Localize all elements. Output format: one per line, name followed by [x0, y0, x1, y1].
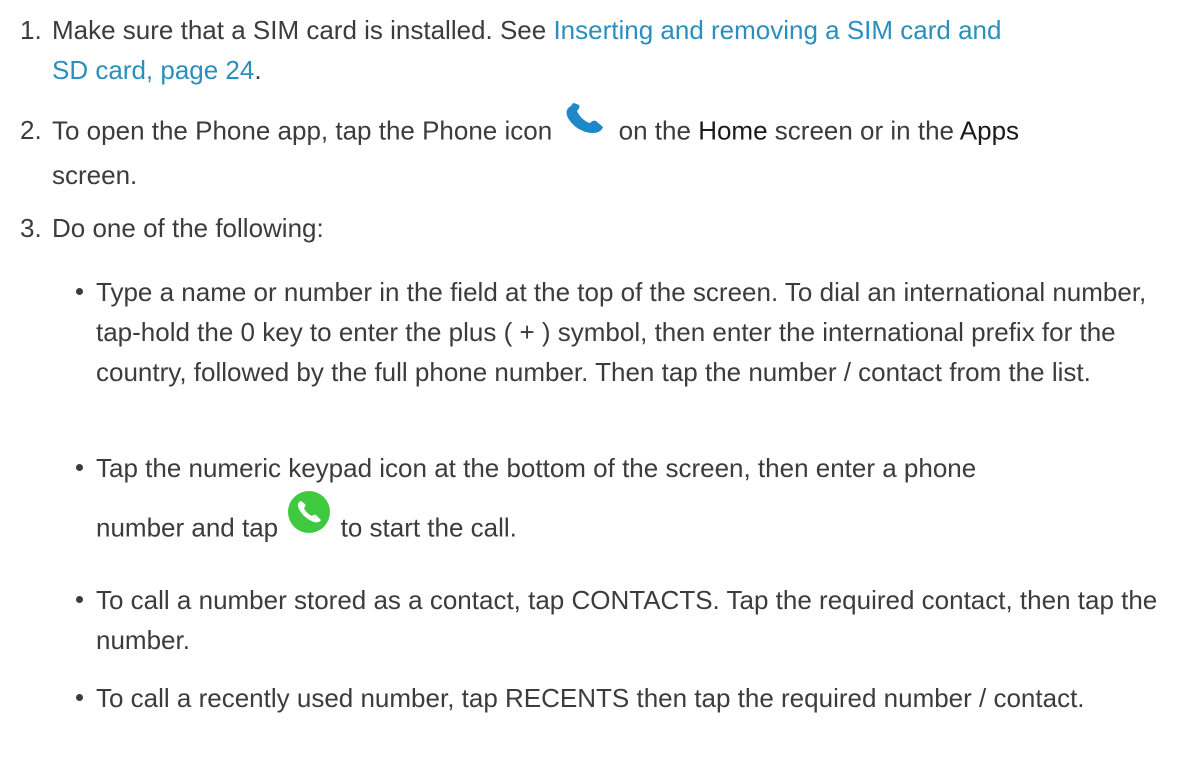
step-text: Make sure that a SIM card is installed. …	[52, 15, 554, 45]
document-page: 1. Make sure that a SIM card is installe…	[0, 0, 1200, 762]
bullet-text: Tap the numeric keypad icon at the botto…	[96, 453, 977, 483]
step-number: 1.	[20, 15, 42, 45]
home-screen-label: Home	[698, 115, 768, 146]
bullet-item: To call a number stored as a contact, ta…	[76, 580, 1186, 660]
bullet-dot	[76, 464, 83, 471]
step-text-end: screen.	[52, 160, 138, 190]
bullet-item: Tap the numeric keypad icon at the botto…	[76, 448, 1186, 542]
step-text: To open the Phone app, tap the Phone ico…	[52, 115, 553, 146]
link-text-line2[interactable]: SD card, page 24	[52, 55, 254, 85]
step-2: 2. To open the Phone app, tap the Phone …	[20, 103, 1180, 195]
bullet-text: To call a number stored as a contact, ta…	[96, 585, 1158, 655]
link-text-line1[interactable]: Inserting and removing a SIM card and	[553, 15, 1001, 45]
phone-handset-icon	[563, 102, 607, 147]
apps-screen-label: Apps	[959, 115, 1020, 146]
step-1: 1. Make sure that a SIM card is installe…	[20, 10, 1180, 90]
bullet-text-end: to start the call.	[340, 512, 517, 543]
bullet-item: To call a recently used number, tap RECE…	[76, 678, 1186, 718]
bullet-dot	[76, 694, 83, 701]
bullet-text-line2: number and tap	[96, 512, 279, 543]
bullet-text: Type a name or number in the field at th…	[96, 277, 1147, 387]
bullet-dot	[76, 596, 83, 603]
step-number: 2.	[20, 115, 42, 145]
bullet-dot	[76, 288, 83, 295]
step-text: Do one of the following:	[52, 213, 324, 243]
step-number: 3.	[20, 213, 42, 243]
bullet-text: To call a recently used number, tap RECE…	[96, 683, 1085, 713]
step-text-mid: on the	[618, 115, 691, 146]
step-3: 3. Do one of the following:	[20, 208, 1180, 248]
green-call-button-icon	[287, 490, 331, 545]
step-text-mid2: screen or in the	[774, 115, 954, 146]
bullet-item: Type a name or number in the field at th…	[76, 272, 1186, 392]
step-text-end: .	[254, 55, 262, 85]
